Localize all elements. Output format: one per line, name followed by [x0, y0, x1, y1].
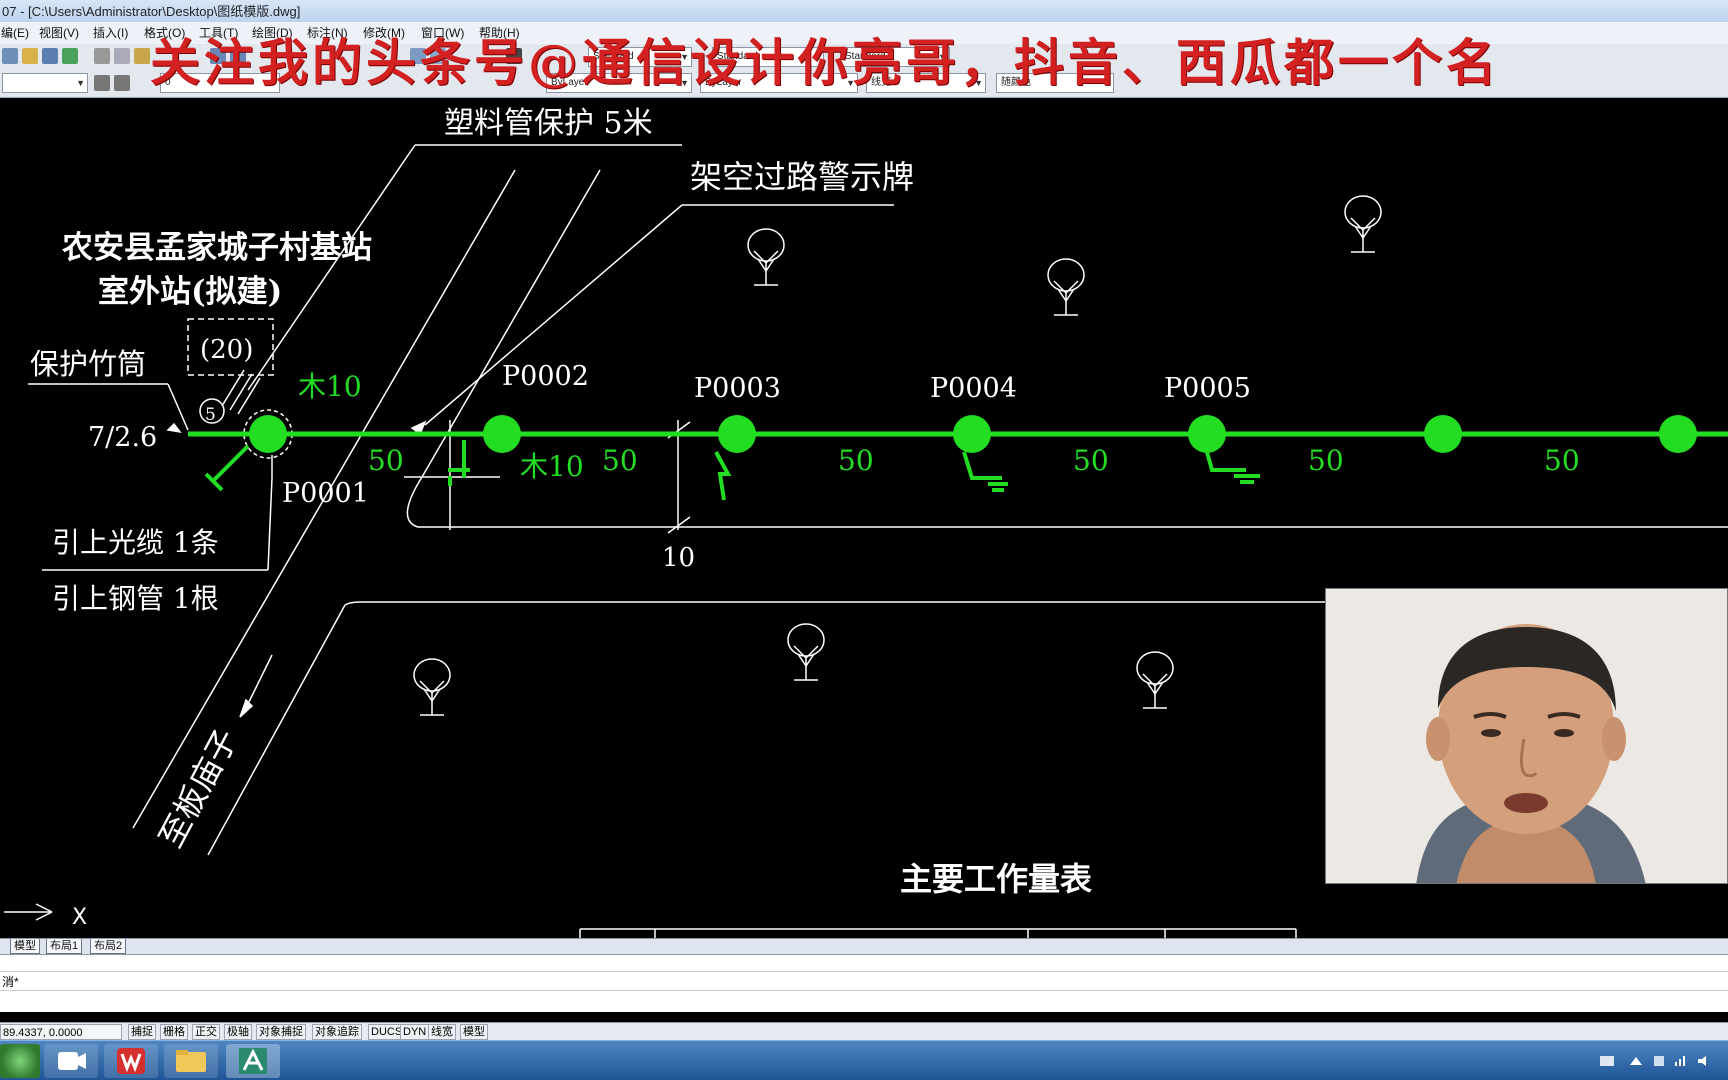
grid-toggle[interactable]: 栅格: [160, 1024, 188, 1040]
ucs-x-label: X: [72, 905, 87, 930]
menu-help[interactable]: 帮助(H): [478, 24, 521, 42]
coordinate-readout: 89.4337, 0.0000: [0, 1024, 122, 1040]
station-name-line1: 农安县孟家城子村基站: [62, 230, 372, 266]
wood-label-2: 木10: [520, 450, 584, 483]
paste-icon[interactable]: [134, 48, 150, 64]
desktop: 07 - [C:\Users\Administrator\Desktop\图纸模…: [0, 0, 1728, 1080]
pole-label-p0002: P0002: [502, 361, 589, 392]
autocad-icon[interactable]: [226, 1044, 280, 1078]
station-name-line2: 室外站(拟建): [98, 274, 282, 310]
dim-style-combo[interactable]: Standard ▼: [712, 47, 824, 67]
span-label-3: 50: [838, 444, 874, 477]
steel-up-label: 引上钢管 1根: [52, 582, 219, 615]
paren20-label: (20): [200, 335, 253, 365]
tab-layout1[interactable]: 布局1: [46, 939, 83, 954]
tab-model[interactable]: 模型: [10, 939, 40, 954]
color-combo[interactable]: ByLayer ▼: [546, 73, 692, 93]
design-center-icon[interactable]: [430, 48, 446, 64]
table-style-combo[interactable]: Standard ▼: [840, 47, 950, 67]
pole-marker-p0002: [483, 415, 521, 453]
span-label-2: 50: [602, 444, 638, 477]
pole-label-p0003: P0003: [694, 373, 781, 404]
new-icon[interactable]: [2, 48, 18, 64]
file-explorer-icon[interactable]: [164, 1044, 218, 1078]
span-label-5: 50: [1308, 444, 1344, 477]
osnap-toggle[interactable]: 对象捕捉: [256, 1024, 306, 1040]
command-text: 消*: [0, 971, 1728, 991]
dyn-toggle[interactable]: DYN: [400, 1024, 430, 1040]
layer-state-icon[interactable]: [114, 75, 130, 91]
menu-tools[interactable]: 工具(T): [198, 24, 239, 42]
lineweight-toggle[interactable]: 线宽: [428, 1024, 456, 1040]
layer-combo[interactable]: 0 ▼: [160, 73, 280, 93]
circled5-label: 5: [205, 405, 216, 425]
layout-tabs: 模型 布局1 布局2: [0, 938, 1728, 954]
span-10-label: 10: [662, 543, 695, 573]
pole-marker-p0005: [1188, 415, 1226, 453]
webcam-overlay: [1325, 588, 1728, 884]
tray-icons: [1600, 1056, 1706, 1066]
snap-toggle[interactable]: 捕捉: [128, 1024, 156, 1040]
redo-icon[interactable]: [230, 48, 246, 64]
pole-label-p0001: P0001: [282, 478, 369, 509]
model-toggle[interactable]: 模型: [460, 1024, 488, 1040]
menu-window[interactable]: 窗口(W): [420, 24, 465, 42]
plastic-pipe-label: 塑料管保护 5米: [444, 106, 653, 141]
ortho-toggle[interactable]: 正交: [192, 1024, 220, 1040]
pole-marker-p0006: [1424, 415, 1462, 453]
menu-insert[interactable]: 插入(I): [92, 24, 129, 42]
table-title: 主要工作量表: [900, 860, 1092, 898]
sign-label: 架空过路警示牌: [690, 158, 914, 196]
otrack-toggle[interactable]: 对象追踪: [312, 1024, 362, 1040]
span-label-1: 50: [368, 444, 404, 477]
tab-layout2[interactable]: 布局2: [90, 939, 127, 954]
bamboo-label: 保护竹筒: [30, 347, 146, 381]
pole-marker-p0007: [1659, 415, 1697, 453]
span-label-4: 50: [1073, 444, 1109, 477]
pole-marker-p0003: [718, 415, 756, 453]
start-orb-icon[interactable]: [0, 1044, 40, 1078]
pole-label-p0004: P0004: [930, 373, 1017, 404]
layer-manager-icon[interactable]: [94, 75, 110, 91]
video-app-icon[interactable]: [44, 1044, 98, 1078]
menu-bar: 编(E) 视图(V) 插入(I) 格式(O) 工具(T) 绘图(D) 标注(N)…: [0, 22, 1728, 44]
cable-spec-label: 7/2.6: [88, 422, 157, 453]
linetype-combo[interactable]: ByLayer ▼: [700, 73, 858, 93]
pole-label-p0005: P0005: [1164, 373, 1251, 404]
text-style-combo[interactable]: Standard ▼: [588, 47, 692, 67]
plotstyle-combo[interactable]: 随颜色 ▼: [996, 73, 1114, 93]
menu-edit[interactable]: 编(E): [0, 24, 30, 42]
menu-view[interactable]: 视图(V): [38, 24, 80, 42]
command-window[interactable]: 消*: [0, 954, 1728, 1012]
table-icon[interactable]: [506, 48, 522, 64]
properties-icon[interactable]: [410, 48, 426, 64]
menu-format[interactable]: 格式(O): [143, 24, 186, 42]
publish-icon[interactable]: [62, 48, 78, 64]
taskbar: [0, 1040, 1728, 1080]
cable-up-label: 引上光缆 1条: [52, 526, 219, 559]
span-label-6: 50: [1544, 444, 1580, 477]
undo-icon[interactable]: [210, 48, 226, 64]
lineweight-combo[interactable]: 线宽 ▼: [866, 73, 986, 93]
cut-icon[interactable]: [94, 48, 110, 64]
pole-marker-p0001: [249, 415, 287, 453]
wps-icon[interactable]: [104, 1044, 158, 1078]
open-icon[interactable]: [22, 48, 38, 64]
menu-modify[interactable]: 修改(M): [362, 24, 406, 42]
menu-dimension[interactable]: 标注(N): [306, 24, 349, 42]
menu-draw[interactable]: 绘图(D): [251, 24, 294, 42]
workspace-combo[interactable]: ▼: [2, 73, 88, 93]
road-label: 至板庙子: [152, 723, 246, 854]
wood-label-1: 木10: [298, 370, 362, 403]
toolbars: Standard ▼ Standard ▼ Standard ▼ ▼ 0 ▼ ByLay…: [0, 44, 1728, 98]
system-tray: [1600, 1053, 1720, 1072]
title-bar: 07 - [C:\Users\Administrator\Desktop\图纸模…: [0, 0, 1728, 24]
pole-marker-p0004: [953, 415, 991, 453]
window-title: 07 - [C:\Users\Administrator\Desktop\图纸模…: [2, 4, 301, 19]
polar-toggle[interactable]: 极轴: [224, 1024, 252, 1040]
presenter-video: [1326, 589, 1727, 883]
copy-icon[interactable]: [114, 48, 130, 64]
status-bar: 89.4337, 0.0000 捕捉 栅格 正交 极轴 对象捕捉 对象追踪 DU…: [0, 1022, 1728, 1040]
save-icon[interactable]: [42, 48, 58, 64]
